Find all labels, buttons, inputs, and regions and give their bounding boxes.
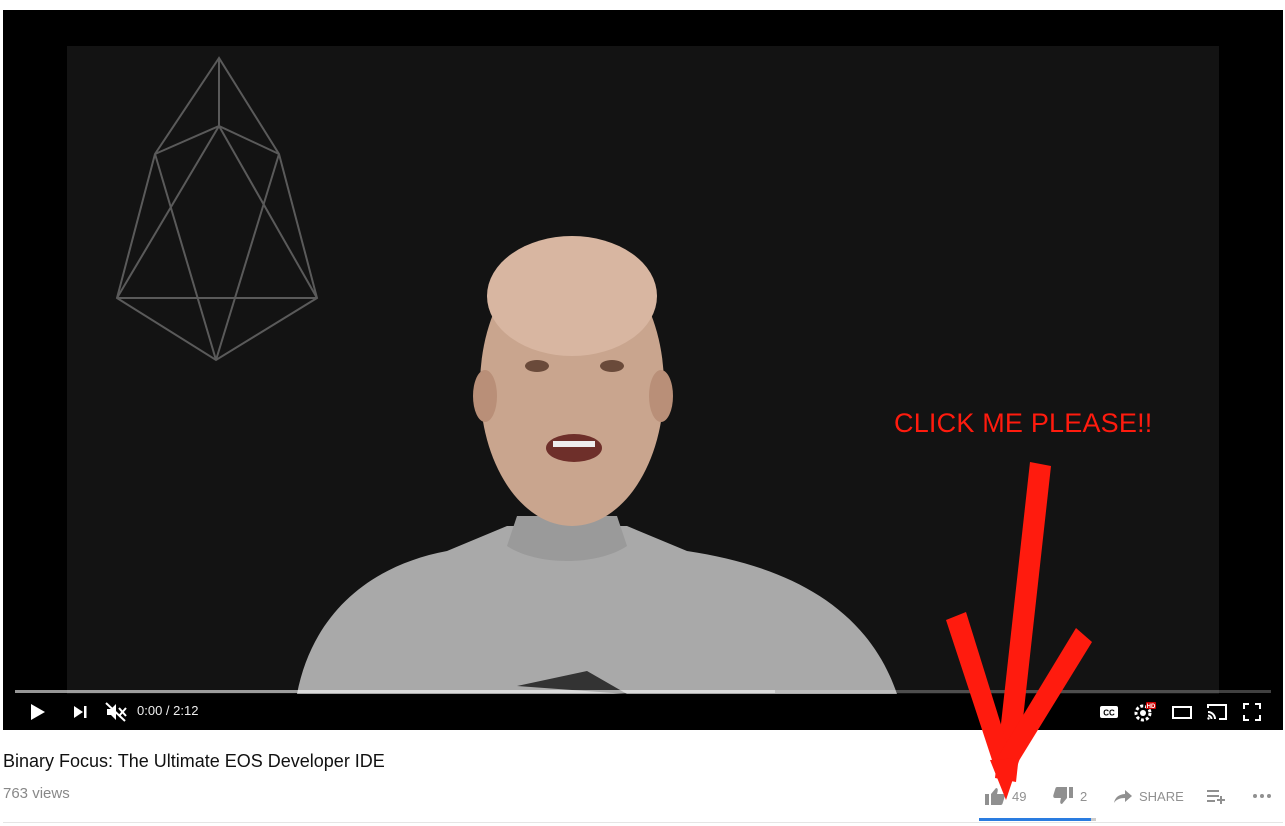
dislike-button[interactable]: 2 [1052, 780, 1087, 812]
captions-button[interactable]: CC [1096, 694, 1122, 730]
play-button[interactable] [23, 694, 53, 730]
video-title: Binary Focus: The Ultimate EOS Developer… [3, 751, 385, 771]
next-button[interactable] [65, 694, 95, 730]
svg-text:CC: CC [1103, 709, 1115, 718]
more-actions-button[interactable] [1252, 780, 1272, 812]
play-icon [31, 704, 45, 720]
cc-icon: CC [1100, 706, 1118, 718]
like-count: 49 [1012, 788, 1027, 804]
video-actions: 49 2 SHARE [980, 780, 1280, 816]
playlist-add-icon [1207, 790, 1225, 804]
video-player[interactable]: CLICK ME PLEASE!! 0:00 / 2:12 CC HD [3, 10, 1283, 730]
fullscreen-icon [1243, 703, 1261, 721]
progress-loaded [15, 690, 775, 693]
add-to-playlist-button[interactable] [1206, 780, 1226, 812]
section-divider [3, 822, 1283, 823]
youtube-watch-page: CLICK ME PLEASE!! 0:00 / 2:12 CC HD Bina… [0, 0, 1285, 826]
theater-mode-button[interactable] [1168, 694, 1196, 730]
player-controls: 0:00 / 2:12 CC HD [3, 694, 1283, 730]
thumbs-up-icon [985, 788, 1005, 805]
thumbs-down-icon [1053, 787, 1073, 804]
share-icon [1114, 790, 1132, 803]
mute-button[interactable] [101, 694, 131, 730]
video-still-image [67, 46, 1219, 694]
cast-button[interactable] [1203, 694, 1231, 730]
dislike-count: 2 [1080, 788, 1088, 804]
sentiment-bar [979, 818, 1096, 821]
volume-muted-icon [105, 702, 127, 722]
view-count: 763 views [3, 785, 70, 802]
sentiment-like-fill [979, 818, 1092, 821]
share-button[interactable]: SHARE [1113, 780, 1184, 812]
like-button[interactable]: 49 [984, 780, 1026, 812]
fullscreen-button[interactable] [1239, 694, 1265, 730]
svg-text:HD: HD [1147, 704, 1156, 710]
next-icon [74, 706, 87, 718]
time-display: 0:00 / 2:12 [137, 703, 199, 718]
progress-bar[interactable] [15, 690, 1271, 693]
click-me-overlay-text: CLICK ME PLEASE!! [894, 408, 1153, 438]
more-horizontal-icon [1253, 794, 1271, 798]
video-frame[interactable] [67, 46, 1219, 694]
theater-mode-icon [1172, 706, 1192, 719]
cast-icon [1207, 704, 1227, 720]
settings-button[interactable]: HD [1131, 694, 1159, 730]
settings-hd-icon: HD [1134, 702, 1156, 722]
share-label: SHARE [1139, 788, 1184, 804]
